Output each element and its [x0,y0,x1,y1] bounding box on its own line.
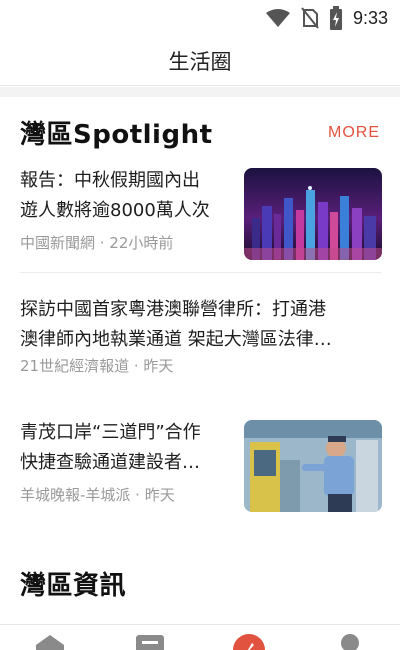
home-icon[interactable] [34,633,66,650]
news-thumbnail-city [244,168,382,260]
news-title-line: 澳律師內地執業通道 架起大灣區法律… [20,329,332,350]
page-title: 生活圈 [168,49,232,74]
spotlight-header: 灣區Spotlight MORE [20,114,380,151]
news-item[interactable]: 報告：中秋假期國內出 遊人數將逾8000萬人次 中國新聞網 · 22小時前 [20,166,382,262]
news-title-line: 報告：中秋假期國內出 [20,170,200,191]
news-title-line: 探訪中國首家粵港澳聯營律所：打通港 [20,299,326,320]
news-source: 21世紀經濟報道 · 昨天 [20,357,174,375]
list-icon[interactable] [134,633,166,650]
no-sim-icon [301,7,319,29]
bottom-nav [0,624,400,650]
news-title: 報告：中秋假期國內出 遊人數將逾8000萬人次 [20,166,240,226]
news-item[interactable]: 探訪中國首家粵港澳聯營律所：打通港 澳律師內地執業通道 架起大灣區法律… 21世… [20,295,382,381]
status-bar: 9:33 [0,0,400,36]
news-item[interactable]: 青茂口岸“三道門”合作 快捷查驗通道建設者… 羊城晚報-羊城派 · 昨天 [20,418,382,514]
profile-icon[interactable] [336,633,364,650]
news-thumbnail-inspection [244,420,382,512]
section-title-news: 灣區資訊 [20,571,127,601]
wifi-icon [265,9,290,27]
news-header: 灣區資訊 [20,565,380,602]
divider [20,272,381,273]
section-title-spotlight: 灣區Spotlight [20,120,213,150]
section-separator [0,87,400,97]
app-bar: 生活圈 [0,36,400,86]
news-title-line: 遊人數將逾8000萬人次 [20,200,210,221]
news-title: 青茂口岸“三道門”合作 快捷查驗通道建設者… [20,418,240,478]
status-time: 9:33 [352,7,388,28]
news-title-line: 快捷查驗通道建設者… [20,452,200,473]
compass-icon[interactable] [232,633,266,650]
more-link[interactable]: MORE [328,124,380,142]
news-title-line: 青茂口岸“三道門”合作 [20,422,201,443]
battery-charging-icon [329,6,342,30]
news-title: 探訪中國首家粵港澳聯營律所：打通港 澳律師內地執業通道 架起大灣區法律… [20,295,382,355]
